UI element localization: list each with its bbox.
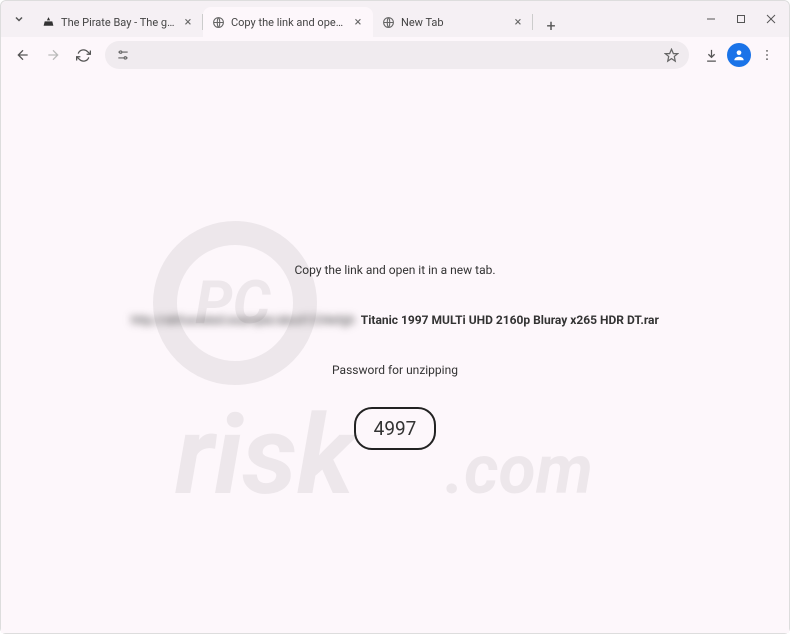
tab-title: Copy the link and open it in a n… <box>231 16 347 29</box>
reload-button[interactable] <box>69 41 97 69</box>
close-window-button[interactable] <box>757 5 785 33</box>
ship-icon <box>41 15 55 29</box>
tab-title: New Tab <box>401 16 507 29</box>
browser-window: The Pirate Bay - The galaxy's m… × Copy … <box>0 0 790 634</box>
password-label: Password for unzipping <box>1 363 789 377</box>
forward-button[interactable] <box>39 41 67 69</box>
globe-icon <box>381 15 395 29</box>
tab-strip: The Pirate Bay - The galaxy's m… × Copy … <box>33 1 697 37</box>
minimize-button[interactable] <box>697 5 725 33</box>
menu-button[interactable] <box>753 41 781 69</box>
bookmark-icon[interactable] <box>663 47 679 63</box>
profile-button[interactable] <box>727 43 751 67</box>
new-tab-button[interactable]: + <box>539 13 563 37</box>
titlebar: The Pirate Bay - The galaxy's m… × Copy … <box>1 1 789 37</box>
password-value: 4997 <box>354 407 437 450</box>
toolbar <box>1 37 789 73</box>
download-line: http://obfuscated.example/abcd1234efgh T… <box>1 313 789 327</box>
globe-icon <box>211 15 225 29</box>
site-settings-icon[interactable] <box>115 47 131 63</box>
back-button[interactable] <box>9 41 37 69</box>
window-controls <box>697 5 785 33</box>
tab-pirate-bay[interactable]: The Pirate Bay - The galaxy's m… × <box>33 7 203 37</box>
instruction-text: Copy the link and open it in a new tab. <box>1 263 789 277</box>
search-tabs-button[interactable] <box>5 5 33 33</box>
blurred-url: http://obfuscated.example/abcd1234efgh <box>131 313 355 327</box>
maximize-button[interactable] <box>727 5 755 33</box>
address-bar[interactable] <box>105 41 689 69</box>
close-icon[interactable]: × <box>181 15 195 29</box>
tab-title: The Pirate Bay - The galaxy's m… <box>61 16 177 29</box>
tab-new-tab[interactable]: New Tab × <box>373 7 533 37</box>
close-icon[interactable]: × <box>511 15 525 29</box>
downloads-button[interactable] <box>697 41 725 69</box>
close-icon[interactable]: × <box>351 15 365 29</box>
page-body: Copy the link and open it in a new tab. … <box>1 73 789 450</box>
tab-copy-link[interactable]: Copy the link and open it in a n… × <box>203 7 373 37</box>
page-content: PC risk .com Copy the link and open it i… <box>1 73 789 633</box>
filename-text: Titanic 1997 MULTi UHD 2160p Bluray x265… <box>361 313 659 327</box>
